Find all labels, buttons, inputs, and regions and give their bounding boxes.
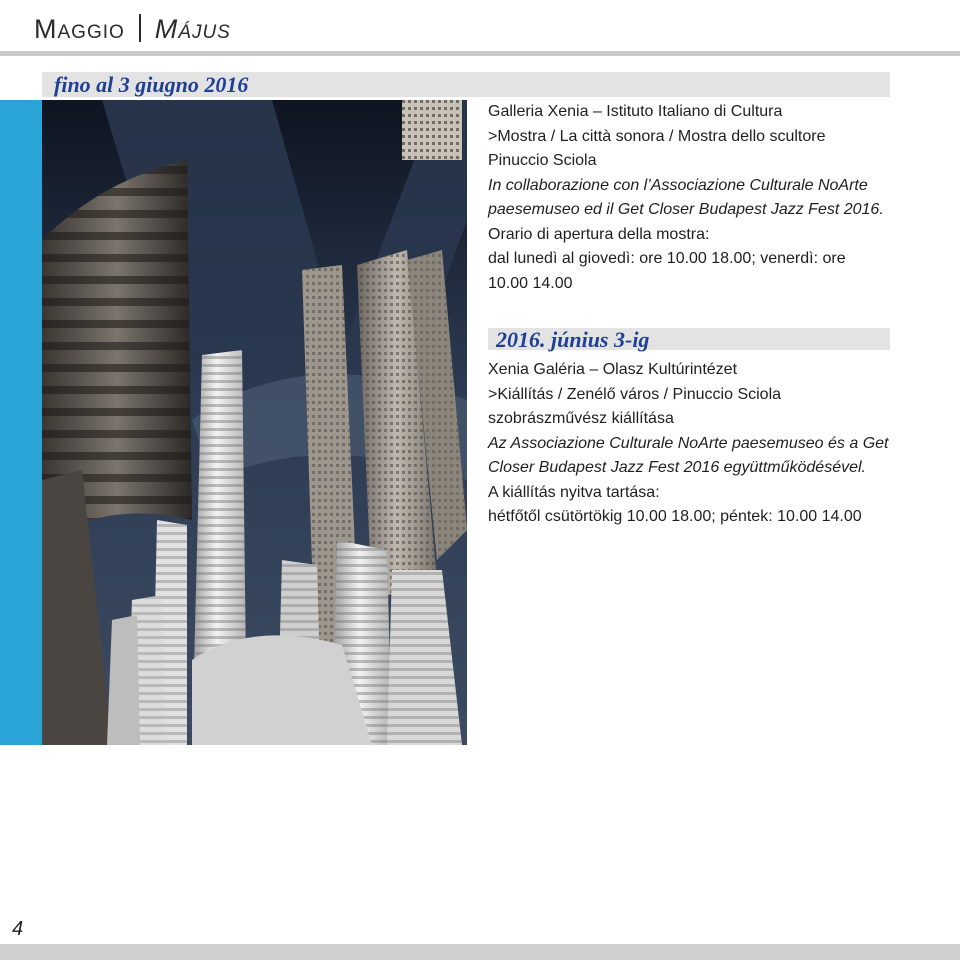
blue-accent-strip (0, 100, 42, 745)
header-month-it: Maggio (34, 14, 125, 44)
opening-hours-line-1-italian: dal lunedì al giovedì: ore 10.00 18.00; … (488, 250, 846, 267)
collaboration-line-1-italian: In collaborazione con l’Associazione Cul… (488, 176, 868, 194)
opening-hours-line-2-italian: 10.00 14.00 (488, 274, 573, 292)
opening-hours-hungarian: hétfőtől csütörtökig 10.00 18.00; péntek… (488, 508, 862, 525)
exhibition-subtitle-hungarian: szobrászművész kiállítása (488, 410, 674, 427)
artist-name-italian: Pinuccio Sciola (488, 152, 597, 169)
exhibition-title-hungarian: >Kiállítás / Zenélő város / Pinuccio Sci… (488, 385, 782, 403)
collaboration-line-2-italian: paesemuseo ed il Get Closer Budapest Jaz… (488, 201, 884, 218)
italian-description: Galleria Xenia – Istituto Italiano di Cu… (488, 100, 898, 296)
exhibition-title-italian: >Mostra / La città sonora / Mostra dello… (488, 127, 826, 145)
header-month-hu: Május (154, 14, 231, 44)
page-number: 4 (12, 918, 24, 940)
header-separator (138, 14, 141, 42)
venue-italian: Galleria Xenia – Istituto Italiano di Cu… (488, 103, 783, 120)
venue-hungarian: Xenia Galéria – Olasz Kultúrintézet (488, 361, 738, 378)
header-rule (0, 51, 960, 56)
collaboration-line-1-hungarian: Az Associazione Culturale NoArte paesemu… (488, 434, 889, 452)
sculpture-photo (42, 100, 467, 745)
date-hungarian: 2016. június 3-ig (496, 327, 650, 352)
date-italian: fino al 3 giugno 2016 (54, 72, 249, 97)
opening-hours-label-hungarian: A kiállítás nyitva tartása: (488, 483, 660, 501)
header-title: Maggio Május (34, 14, 231, 45)
opening-hours-label-italian: Orario di apertura della mostra: (488, 225, 710, 243)
hungarian-description: Xenia Galéria – Olasz Kultúrintézet >Kiá… (488, 358, 918, 530)
collaboration-line-2-hungarian: Closer Budapest Jazz Fest 2016 együttműk… (488, 459, 866, 476)
footer-rule (0, 944, 960, 960)
